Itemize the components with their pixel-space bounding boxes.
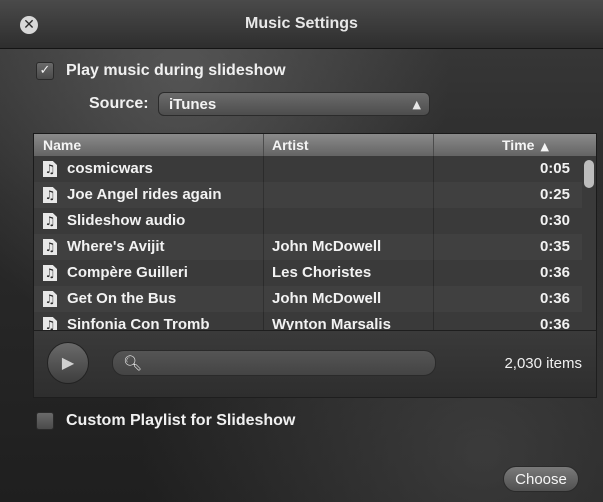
header-divider xyxy=(433,134,434,156)
source-label: Source: xyxy=(89,95,149,112)
music-table: Name Artist Time ▲ ♫ cosmicwars 0:05 ♫ Joe … xyxy=(33,133,597,331)
music-file-icon: ♫ xyxy=(43,187,57,203)
play-music-checkbox[interactable]: ✓ xyxy=(36,62,54,80)
custom-playlist-label: Custom Playlist for Slideshow xyxy=(66,412,296,429)
sort-ascending-icon: ▲ xyxy=(540,140,549,153)
music-file-icon: ♫ xyxy=(43,161,57,177)
table-row[interactable]: ♫ Get On the Bus John McDowell 0:36 xyxy=(34,286,582,312)
table-header: Name Artist Time ▲ xyxy=(34,134,596,156)
track-name: Joe Angel rides again xyxy=(67,186,222,203)
play-music-label: Play music during slideshow xyxy=(66,62,286,79)
track-name: Where's Avijit xyxy=(67,238,165,255)
search-field[interactable]: 🔍︎ xyxy=(112,350,436,376)
updown-arrows-icon: ▲ xyxy=(412,98,421,111)
track-time: 0:36 xyxy=(539,290,570,307)
player-controls: ▶ 🔍︎ 2,030 items xyxy=(33,330,597,398)
custom-playlist-option[interactable]: Custom Playlist for Slideshow xyxy=(36,412,295,430)
track-artist: Les Choristes xyxy=(272,264,372,281)
search-input[interactable] xyxy=(153,353,427,375)
track-name: Sinfonia Con Tromb xyxy=(67,316,210,331)
table-row[interactable]: ♫ Sinfonia Con Tromb Wynton Marsalis 0:36 xyxy=(34,312,582,331)
table-row[interactable]: ♫ Joe Angel rides again 0:25 xyxy=(34,182,582,208)
track-artist: John McDowell xyxy=(272,238,382,255)
play-music-option[interactable]: ✓ Play music during slideshow xyxy=(36,62,286,80)
table-row[interactable]: ♫ Slideshow audio 0:30 xyxy=(34,208,582,234)
music-file-icon: ♫ xyxy=(43,317,57,331)
column-header-time-label: Time xyxy=(502,137,535,153)
track-time: 0:05 xyxy=(539,160,570,177)
play-icon[interactable]: ▶ xyxy=(47,342,89,384)
track-artist: John McDowell xyxy=(272,290,382,307)
music-file-icon: ♫ xyxy=(43,265,57,281)
music-file-icon: ♫ xyxy=(43,213,57,229)
table-scrollbar[interactable] xyxy=(584,158,594,328)
track-time: 0:30 xyxy=(539,212,570,229)
music-file-icon: ♫ xyxy=(43,291,57,307)
column-header-name[interactable]: Name xyxy=(43,134,81,156)
track-name: Slideshow audio xyxy=(67,212,186,229)
table-row[interactable]: ♫ Where's Avijit John McDowell 0:35 xyxy=(34,234,582,260)
music-settings-window: ✕ Music Settings ✓ Play music during sli… xyxy=(0,0,603,502)
title-bar: ✕ Music Settings xyxy=(0,0,603,49)
window-title: Music Settings xyxy=(245,15,358,32)
table-row[interactable]: ♫ cosmicwars 0:05 xyxy=(34,156,582,182)
track-time: 0:36 xyxy=(539,316,570,331)
track-artist: Wynton Marsalis xyxy=(272,316,391,331)
track-name: Compère Guilleri xyxy=(67,264,188,281)
music-file-icon: ♫ xyxy=(43,239,57,255)
source-selected-value: iTunes xyxy=(169,96,217,113)
item-count: 2,030 items xyxy=(504,355,582,372)
track-name: Get On the Bus xyxy=(67,290,177,307)
table-row[interactable]: ♫ Compère Guilleri Les Choristes 0:36 xyxy=(34,260,582,286)
column-header-artist[interactable]: Artist xyxy=(272,134,309,156)
header-divider xyxy=(263,134,264,156)
track-time: 0:36 xyxy=(539,264,570,281)
column-header-time[interactable]: Time ▲ xyxy=(502,134,549,158)
choose-button[interactable]: Choose xyxy=(503,466,579,492)
source-select[interactable]: iTunes ▲ xyxy=(158,92,430,116)
track-time: 0:25 xyxy=(539,186,570,203)
track-name: cosmicwars xyxy=(67,160,153,177)
scrollbar-thumb[interactable] xyxy=(584,160,594,188)
custom-playlist-checkbox[interactable] xyxy=(36,412,54,430)
search-icon[interactable]: 🔍︎ xyxy=(123,352,142,374)
track-time: 0:35 xyxy=(539,238,570,255)
